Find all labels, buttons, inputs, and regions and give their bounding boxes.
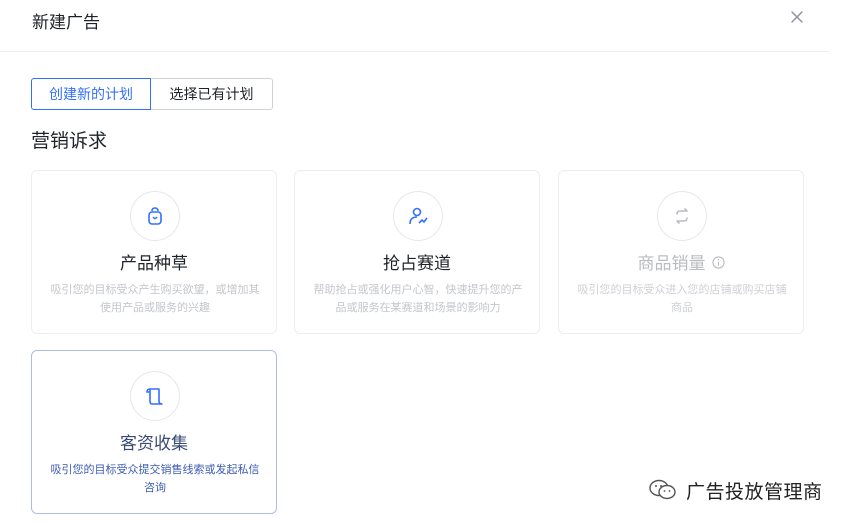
scroll-icon [146, 388, 163, 405]
tab-create-new-plan[interactable]: 创建新的计划 [31, 78, 151, 110]
card-lead-collection[interactable]: 客资收集 吸引您的目标受众提交销售线索或发起私信咨询 [31, 350, 277, 514]
dialog-title: 新建广告 [32, 13, 100, 33]
dialog-header: 新建广告 [0, 0, 830, 52]
info-icon[interactable] [711, 256, 725, 269]
section-title: 营销诉求 [31, 130, 108, 152]
close-icon [791, 11, 803, 23]
card-title: 商品销量 [559, 249, 803, 274]
card-product-seeding[interactable]: 产品种草 吸引您的目标受众产生购买欲望，或增加其使用产品或服务的兴趣 [31, 170, 277, 334]
card-title: 抢占赛道 [383, 254, 451, 274]
bag-icon [148, 207, 162, 225]
card-description: 吸引您的目标受众进入您的店铺或购买店铺商品 [577, 283, 787, 314]
card-icon-wrapper [130, 191, 180, 241]
close-button[interactable] [786, 6, 808, 28]
card-description: 吸引您的目标受众提交销售线索或发起私信咨询 [50, 463, 260, 494]
card-description: 吸引您的目标受众产生购买欲望，或增加其使用产品或服务的兴趣 [50, 283, 260, 314]
watermark: 广告投放管理商 [648, 476, 823, 504]
refresh-icon [676, 208, 688, 224]
card-seize-track[interactable]: 抢占赛道 帮助抢占或强化用户心智，快速提升您的产品或服务在某赛道和场景的影响力 [294, 170, 540, 334]
plan-tabs: 创建新的计划 选择已有计划 [31, 78, 273, 110]
watermark-text: 广告投放管理商 [686, 480, 823, 503]
card-icon-wrapper [130, 371, 180, 421]
card-title: 产品种草 [120, 254, 188, 274]
tab-select-existing-plan[interactable]: 选择已有计划 [151, 78, 273, 110]
wechat-icon [649, 479, 676, 500]
user-growth-icon [409, 207, 428, 225]
card-icon-wrapper [657, 191, 707, 241]
card-description: 帮助抢占或强化用户心智，快速提升您的产品或服务在某赛道和场景的影响力 [313, 283, 523, 314]
card-title-text: 商品销量 [637, 254, 706, 274]
card-icon-wrapper [393, 191, 443, 241]
card-product-sales[interactable]: 商品销量 吸引您的目标受众进入您的店铺或购买店铺商品 [558, 170, 804, 334]
card-title: 客资收集 [120, 434, 188, 454]
